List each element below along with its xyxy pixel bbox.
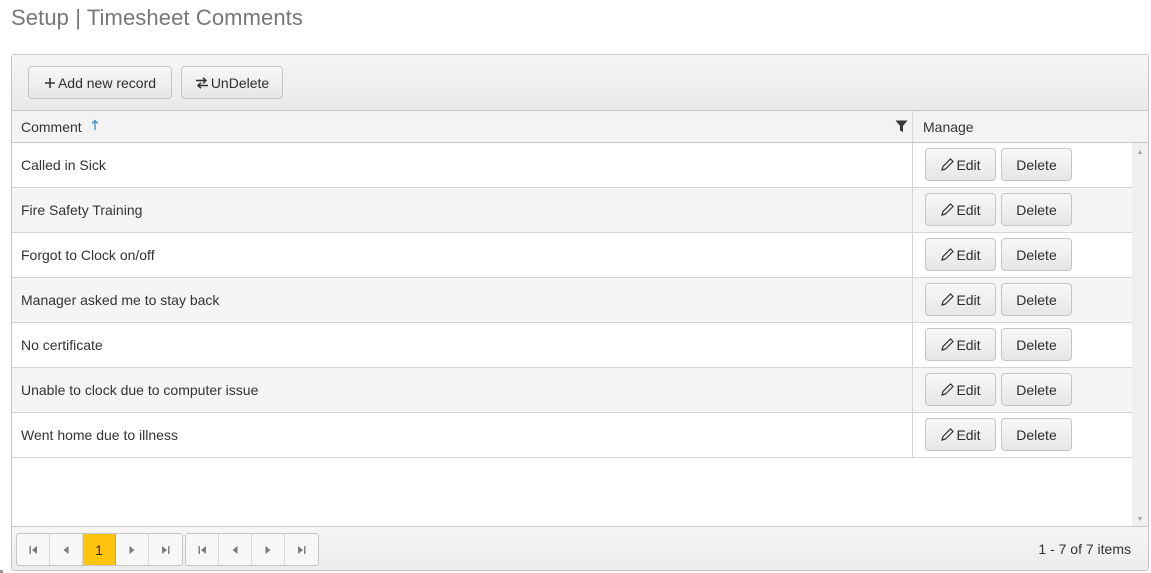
manage-cell: Edit Delete — [914, 413, 1134, 457]
header-scrollbar-spacer — [1132, 111, 1148, 142]
comment-cell: Called in Sick — [12, 143, 913, 187]
comment-text: Fire Safety Training — [21, 202, 143, 218]
table-row: Unable to clock due to computer issue Ed… — [12, 368, 1134, 413]
column-header-manage-label: Manage — [923, 118, 974, 135]
pencil-icon — [940, 427, 955, 442]
pencil-icon — [940, 157, 955, 172]
delete-label: Delete — [1016, 246, 1057, 263]
table-row: Fire Safety Training Edit Delete — [12, 188, 1134, 233]
previous-page-icon[interactable] — [219, 534, 252, 565]
comment-cell: No certificate — [12, 323, 913, 367]
edit-button[interactable]: Edit — [925, 373, 996, 406]
vertical-scrollbar[interactable]: ▲ ▼ — [1132, 143, 1148, 528]
swap-arrows-icon — [195, 76, 209, 89]
undelete-button[interactable]: UnDelete — [181, 66, 283, 99]
edit-label: Edit — [956, 426, 981, 443]
manage-cell: Edit Delete — [914, 188, 1134, 232]
edit-label: Edit — [956, 336, 981, 353]
edit-button[interactable]: Edit — [925, 283, 996, 316]
first-page-icon[interactable] — [17, 534, 50, 565]
edit-label: Edit — [956, 156, 981, 173]
comment-text: Unable to clock due to computer issue — [21, 382, 259, 398]
delete-label: Delete — [1016, 291, 1057, 308]
scroll-up-arrow-icon[interactable]: ▲ — [1132, 145, 1148, 159]
pencil-icon — [940, 382, 955, 397]
comment-text: Forgot to Clock on/off — [21, 247, 155, 263]
pager: 1 1 - 7 of 7 items — [12, 526, 1148, 570]
comment-cell: Unable to clock due to computer issue — [12, 368, 913, 412]
first-page-icon[interactable] — [186, 534, 219, 565]
comment-text: Manager asked me to stay back — [21, 292, 220, 308]
comment-cell: Forgot to Clock on/off — [12, 233, 913, 277]
delete-button[interactable]: Delete — [1001, 328, 1072, 361]
pager-navigation: 1 — [16, 533, 183, 566]
pencil-icon — [940, 202, 955, 217]
delete-label: Delete — [1016, 156, 1057, 173]
pencil-icon — [940, 337, 955, 352]
pencil-icon — [940, 247, 955, 262]
page-number-current[interactable]: 1 — [83, 534, 116, 565]
page-title: Setup | Timesheet Comments — [11, 5, 303, 30]
edit-button[interactable]: Edit — [925, 193, 996, 226]
comment-text: No certificate — [21, 337, 103, 353]
add-new-record-label: Add new record — [57, 74, 157, 91]
manage-cell: Edit Delete — [914, 143, 1134, 187]
comments-grid: Add new record UnDelete Comment Manage C… — [11, 54, 1149, 571]
manage-cell: Edit Delete — [914, 233, 1134, 277]
delete-label: Delete — [1016, 201, 1057, 218]
table-row: Called in Sick Edit Delete — [12, 143, 1134, 188]
delete-label: Delete — [1016, 336, 1057, 353]
delete-button[interactable]: Delete — [1001, 418, 1072, 451]
column-header-manage: Manage — [914, 111, 1134, 142]
column-header-comment-label: Comment — [21, 118, 82, 135]
edit-button[interactable]: Edit — [925, 328, 996, 361]
edit-button[interactable]: Edit — [925, 238, 996, 271]
next-page-icon[interactable] — [252, 534, 285, 565]
grid-toolbar: Add new record UnDelete — [12, 55, 1148, 111]
manage-cell: Edit Delete — [914, 323, 1134, 367]
grid-header: Comment Manage — [12, 111, 1148, 143]
manage-cell: Edit Delete — [914, 368, 1134, 412]
edit-label: Edit — [956, 381, 981, 398]
previous-page-icon[interactable] — [50, 534, 83, 565]
comment-cell: Manager asked me to stay back — [12, 278, 913, 322]
delete-label: Delete — [1016, 426, 1057, 443]
undelete-label: UnDelete — [210, 74, 270, 91]
edit-label: Edit — [956, 246, 981, 263]
edit-label: Edit — [956, 201, 981, 218]
pencil-icon — [940, 292, 955, 307]
delete-button[interactable]: Delete — [1001, 373, 1072, 406]
comment-cell: Fire Safety Training — [12, 188, 913, 232]
comment-text: Called in Sick — [21, 157, 106, 173]
last-page-icon[interactable] — [149, 534, 182, 565]
plus-icon — [44, 77, 56, 89]
next-page-icon[interactable] — [116, 534, 149, 565]
filter-icon[interactable] — [895, 120, 908, 136]
grid-body: Called in Sick Edit Delete Fire Safety T… — [12, 143, 1148, 528]
edit-button[interactable]: Edit — [925, 148, 996, 181]
delete-button[interactable]: Delete — [1001, 283, 1072, 316]
table-row: Forgot to Clock on/off Edit Delete — [12, 233, 1134, 278]
delete-button[interactable]: Delete — [1001, 193, 1072, 226]
table-row: No certificate Edit Delete — [12, 323, 1134, 368]
pager-info: 1 - 7 of 7 items — [1038, 540, 1131, 557]
comment-text: Went home due to illness — [21, 427, 178, 443]
delete-label: Delete — [1016, 381, 1057, 398]
pager-navigation-secondary — [185, 533, 319, 566]
last-page-icon[interactable] — [285, 534, 318, 565]
edit-button[interactable]: Edit — [925, 418, 996, 451]
delete-button[interactable]: Delete — [1001, 148, 1072, 181]
manage-cell: Edit Delete — [914, 278, 1134, 322]
delete-button[interactable]: Delete — [1001, 238, 1072, 271]
edit-label: Edit — [956, 291, 981, 308]
table-row: Manager asked me to stay back Edit Delet… — [12, 278, 1134, 323]
add-new-record-button[interactable]: Add new record — [28, 66, 172, 99]
sort-ascending-icon — [91, 119, 99, 134]
column-header-comment[interactable]: Comment — [12, 111, 913, 142]
table-row: Went home due to illness Edit Delete — [12, 413, 1134, 458]
scroll-down-arrow-icon[interactable]: ▼ — [1132, 512, 1148, 526]
comment-cell: Went home due to illness — [12, 413, 913, 457]
